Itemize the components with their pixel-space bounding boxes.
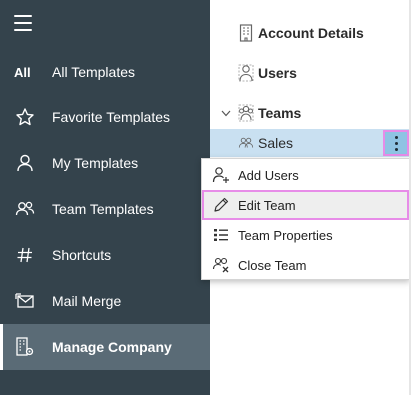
sidebar-item-label: All Templates — [52, 64, 136, 80]
tree-item-account-details[interactable]: Account Details — [210, 19, 411, 47]
add-user-icon — [212, 166, 230, 184]
tree-item-label: Users — [258, 65, 297, 81]
menu-item-team-properties[interactable]: Team Properties — [202, 220, 409, 250]
menu-item-label: Close Team — [238, 257, 307, 273]
menu-item-close-team[interactable]: Close Team — [202, 250, 409, 280]
team-group-icon — [238, 134, 254, 152]
sidebar-item-label: Shortcuts — [52, 247, 112, 263]
sidebar-item-manage-company[interactable]: Manage Company — [0, 324, 210, 370]
all-icon: All — [14, 64, 31, 80]
tree-item-teams[interactable]: Teams — [210, 99, 411, 127]
close-team-icon — [212, 256, 230, 274]
tree-item-label: Sales — [258, 135, 294, 151]
mail-merge-icon — [14, 290, 36, 312]
menu-item-label: Edit Team — [238, 197, 296, 213]
person-icon — [14, 152, 36, 174]
teams-icon — [238, 104, 254, 122]
sidebar: All All Templates Favorite Templates My … — [0, 0, 210, 395]
menu-item-add-users[interactable]: Add Users — [202, 160, 409, 190]
tree-item-label: Teams — [258, 105, 302, 121]
company-settings-icon — [14, 336, 36, 358]
sidebar-item-mail-merge[interactable]: Mail Merge — [0, 278, 210, 324]
star-icon — [14, 106, 36, 128]
vertical-ellipsis-icon — [394, 134, 398, 152]
sidebar-item-favorite-templates[interactable]: Favorite Templates — [0, 94, 210, 140]
users-icon — [238, 64, 254, 82]
building-icon — [238, 24, 254, 42]
menu-item-label: Add Users — [238, 167, 299, 183]
edit-pencil-icon — [212, 196, 230, 214]
sidebar-item-label: My Templates — [52, 155, 139, 171]
hash-icon — [14, 244, 36, 266]
tree-item-sales[interactable]: Sales — [210, 129, 411, 157]
people-icon — [14, 198, 36, 220]
menu-item-edit-team[interactable]: Edit Team — [202, 190, 409, 220]
sidebar-item-all-templates[interactable]: All All Templates — [0, 49, 210, 95]
sidebar-item-label: Mail Merge — [52, 293, 122, 309]
sidebar-item-label: Team Templates — [52, 201, 154, 217]
sidebar-item-label: Manage Company — [52, 339, 172, 355]
sidebar-item-my-templates[interactable]: My Templates — [0, 140, 210, 186]
menu-item-label: Team Properties — [238, 227, 333, 243]
context-menu: Add Users Edit Team Team Properties Clos… — [201, 158, 410, 280]
list-icon — [212, 226, 230, 244]
tree-item-label: Account Details — [258, 25, 364, 41]
sidebar-item-shortcuts[interactable]: Shortcuts — [0, 232, 210, 278]
more-options-button[interactable] — [383, 130, 409, 156]
sidebar-item-team-templates[interactable]: Team Templates — [0, 186, 210, 232]
sidebar-item-label: Favorite Templates — [52, 109, 171, 125]
chevron-down-icon[interactable] — [220, 107, 232, 119]
hamburger-menu-icon[interactable] — [14, 15, 32, 31]
tree-item-users[interactable]: Users — [210, 59, 411, 87]
